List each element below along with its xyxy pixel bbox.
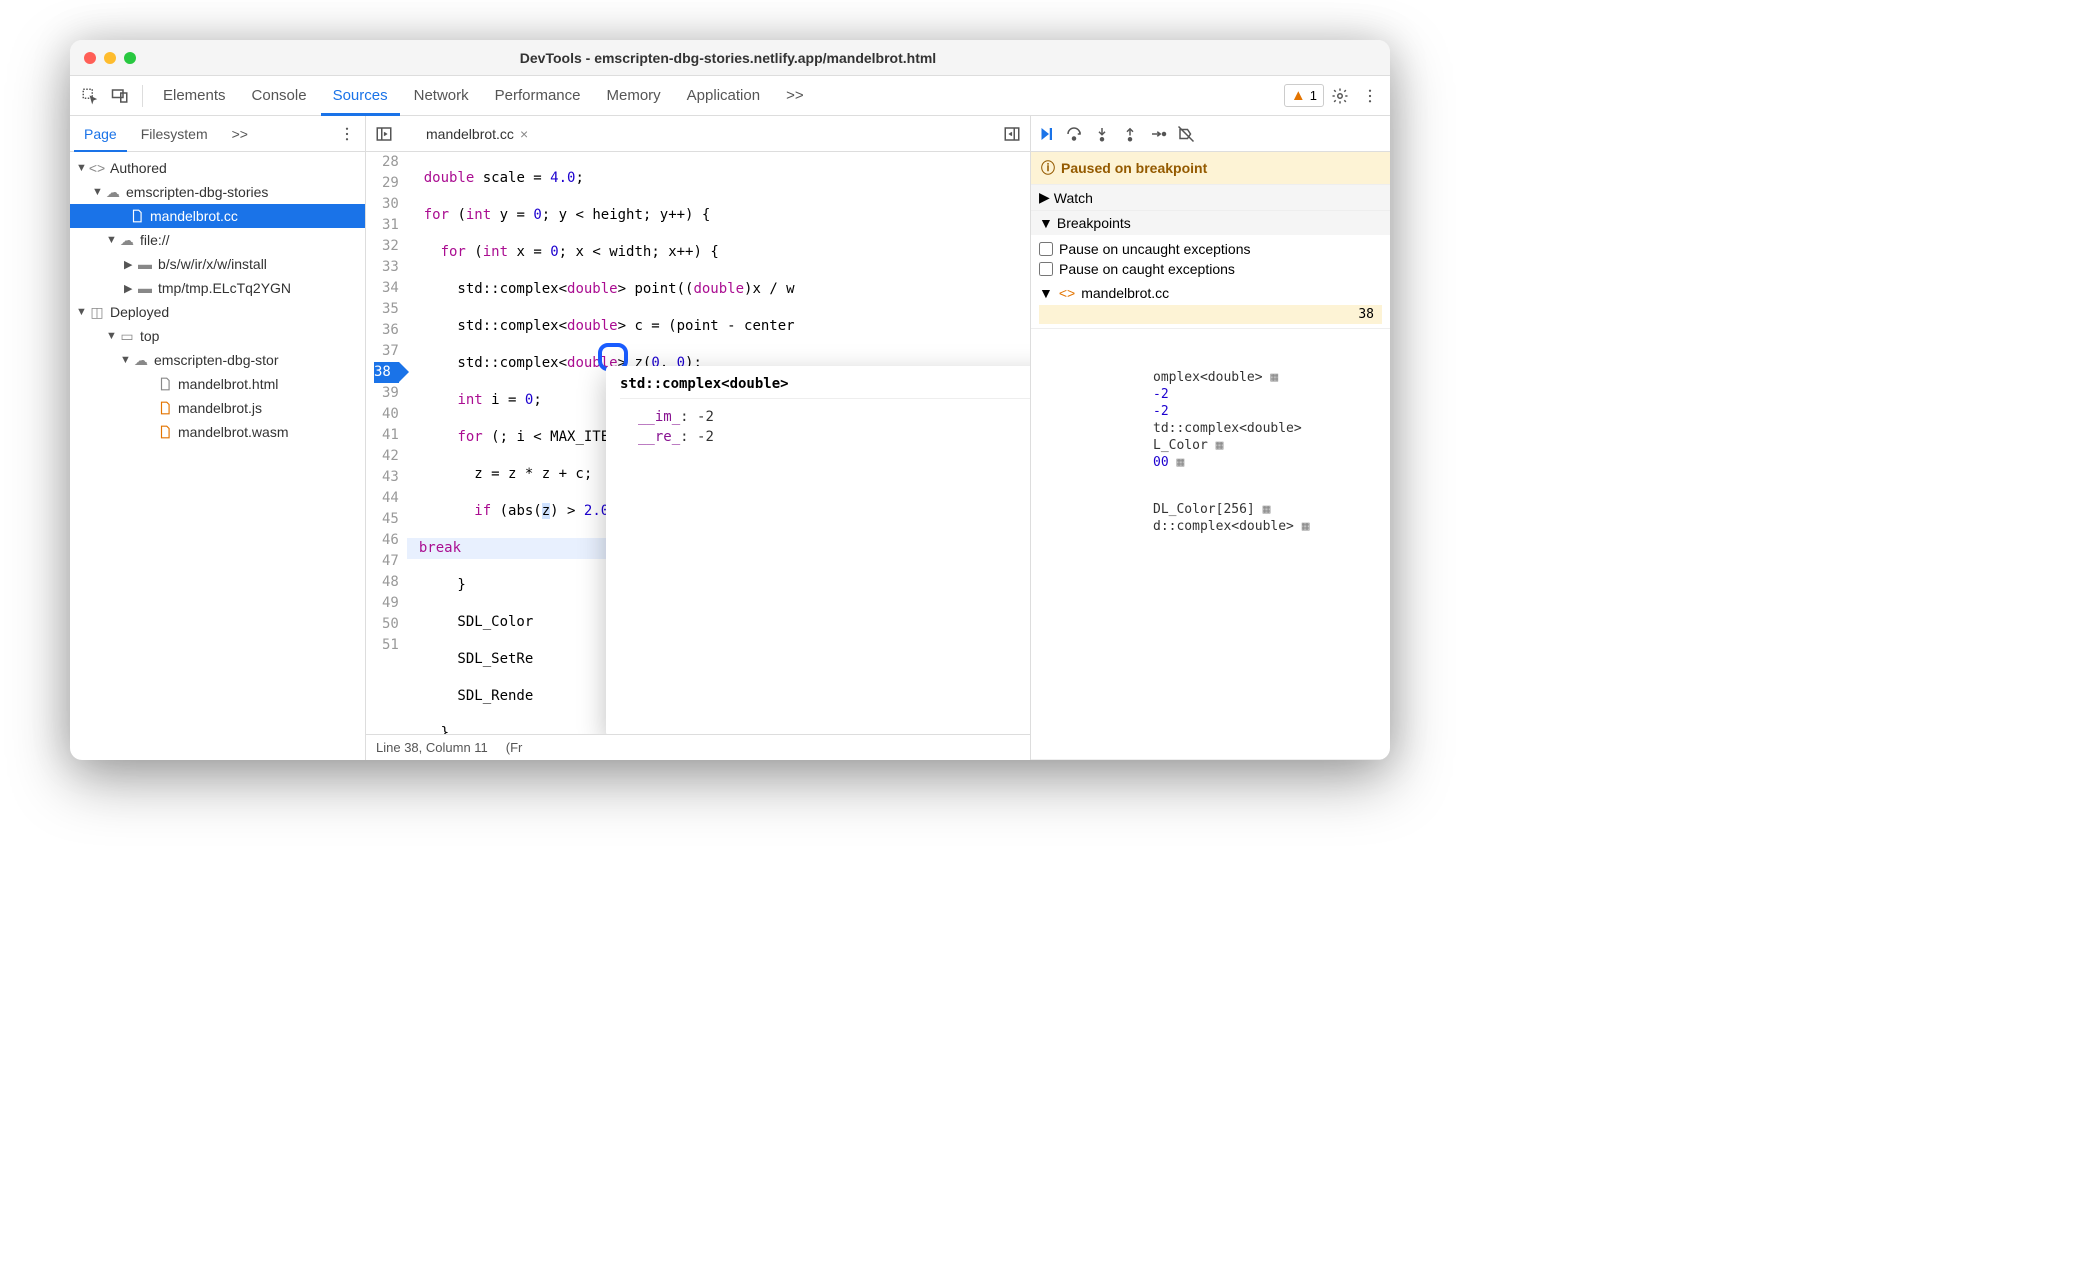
value-tooltip: std::complex<double> __im_: -2 __re_: -2 [606, 366, 1030, 734]
tree-folder-2[interactable]: ▶ ▬ tmp/tmp.ELcTq2YGN [70, 276, 365, 300]
minimize-window-button[interactable] [104, 52, 116, 64]
traffic-lights [84, 52, 136, 64]
editor-tabs: mandelbrot.cc × [366, 116, 1030, 152]
tooltip-title: std::complex<double> [620, 376, 1030, 399]
tree-file-js[interactable]: mandelbrot.js [70, 396, 365, 420]
scope-row: L_Color ▦ [1131, 437, 1382, 454]
editor-panel: mandelbrot.cc × 282930313233343536373839… [366, 116, 1030, 760]
more-icon[interactable] [1356, 82, 1384, 110]
status-extra: (Fr [506, 740, 523, 755]
scope-row: d::complex<double> ▦ [1131, 518, 1382, 535]
line-gutter[interactable]: 2829303132333435363738394041424344454647… [366, 152, 407, 734]
main-toolbar: Elements Console Sources Network Perform… [70, 76, 1390, 116]
scope-row: 00 ▦ [1131, 454, 1382, 471]
inspect-icon[interactable] [76, 82, 104, 110]
breakpoints-section[interactable]: ▼ Breakpoints Pause on uncaught exceptio… [1031, 211, 1390, 329]
tab-performance[interactable]: Performance [483, 76, 593, 116]
tree-authored[interactable]: ▼ <> Authored [70, 156, 365, 180]
deactivate-breakpoints-icon[interactable] [1177, 125, 1195, 143]
paused-banner: ⓘ Paused on breakpoint [1031, 152, 1390, 185]
tree-domain-authored[interactable]: ▼ ☁ emscripten-dbg-stories [70, 180, 365, 204]
device-toggle-icon[interactable] [106, 82, 134, 110]
tree-deployed[interactable]: ▼ ◫ Deployed [70, 300, 365, 324]
tree-folder-1[interactable]: ▶ ▬ b/s/w/ir/x/w/install [70, 252, 365, 276]
editor-tab-mandelbrot[interactable]: mandelbrot.cc × [418, 126, 536, 142]
main-body: Page Filesystem >> ▼ <> Authored ▼ ☁ ems… [70, 116, 1390, 760]
scope-section[interactable]: omplex<double> ▦ -2 -2 td::complex<doubl… [1031, 329, 1390, 760]
step-over-icon[interactable] [1065, 125, 1083, 143]
warning-count: 1 [1310, 88, 1317, 103]
close-window-button[interactable] [84, 52, 96, 64]
nav-tabs-overflow[interactable]: >> [222, 116, 258, 152]
zoom-window-button[interactable] [124, 52, 136, 64]
settings-icon[interactable] [1326, 82, 1354, 110]
watch-section[interactable]: ▶ Watch [1031, 185, 1390, 211]
window-title: DevTools - emscripten-dbg-stories.netlif… [136, 50, 1320, 66]
tab-console[interactable]: Console [240, 76, 319, 116]
resume-icon[interactable] [1037, 125, 1055, 143]
editor-more-icon[interactable] [998, 120, 1026, 148]
tab-memory[interactable]: Memory [595, 76, 673, 116]
tree-file-domain[interactable]: ▼ ☁ file:// [70, 228, 365, 252]
debugger-panel: ⓘ Paused on breakpoint ▶ Watch ▼ Breakpo… [1030, 116, 1390, 760]
nav-tab-filesystem[interactable]: Filesystem [131, 116, 218, 152]
navigator-panel: Page Filesystem >> ▼ <> Authored ▼ ☁ ems… [70, 116, 366, 760]
breakpoint-item[interactable]: ▼ <> mandelbrot.cc [1039, 283, 1382, 303]
step-out-icon[interactable] [1121, 125, 1139, 143]
navigator-tabs: Page Filesystem >> [70, 116, 365, 152]
devtools-window: DevTools - emscripten-dbg-stories.netlif… [70, 40, 1390, 760]
cursor-position: Line 38, Column 11 [376, 740, 488, 755]
debugger-toolbar [1031, 116, 1390, 152]
tooltip-row-im: __im_: -2 [620, 407, 1030, 427]
nav-more-icon[interactable] [333, 120, 361, 148]
warning-badge[interactable]: ▲ 1 [1284, 84, 1324, 107]
titlebar: DevTools - emscripten-dbg-stories.netlif… [70, 40, 1390, 76]
tree-domain-deployed[interactable]: ▼ ☁ emscripten-dbg-stor [70, 348, 365, 372]
tree-file-mandelbrot-cc[interactable]: mandelbrot.cc [70, 204, 365, 228]
tree-file-wasm[interactable]: mandelbrot.wasm [70, 420, 365, 444]
scope-row: omplex<double> ▦ [1131, 369, 1382, 386]
scope-row: DL_Color[256] ▦ [1131, 501, 1382, 518]
step-into-icon[interactable] [1093, 125, 1111, 143]
close-tab-icon[interactable]: × [520, 126, 528, 142]
nav-tab-page[interactable]: Page [74, 116, 127, 152]
pause-caught-checkbox[interactable]: Pause on caught exceptions [1039, 259, 1382, 279]
scope-row: -2 [1131, 386, 1382, 403]
navigator-toggle-icon[interactable] [370, 120, 398, 148]
code-editor[interactable]: 2829303132333435363738394041424344454647… [366, 152, 1030, 734]
breakpoint-line[interactable]: 38 [1039, 305, 1382, 324]
info-icon: ⓘ [1041, 158, 1055, 178]
scope-row: td::complex<double> [1131, 420, 1382, 437]
tree-file-html[interactable]: mandelbrot.html [70, 372, 365, 396]
warning-icon: ▲ [1291, 87, 1306, 104]
pause-uncaught-checkbox[interactable]: Pause on uncaught exceptions [1039, 239, 1382, 259]
tooltip-row-re: __re_: -2 [620, 427, 1030, 447]
step-icon[interactable] [1149, 125, 1167, 143]
tab-elements[interactable]: Elements [151, 76, 238, 116]
editor-statusbar: Line 38, Column 11 (Fr [366, 734, 1030, 760]
tab-sources[interactable]: Sources [321, 76, 400, 116]
file-tree[interactable]: ▼ <> Authored ▼ ☁ emscripten-dbg-stories… [70, 152, 365, 448]
tree-top[interactable]: ▼ ▭ top [70, 324, 365, 348]
tab-application[interactable]: Application [675, 76, 772, 116]
tab-network[interactable]: Network [402, 76, 481, 116]
tabs-overflow[interactable]: >> [774, 76, 816, 116]
scope-row: -2 [1131, 403, 1382, 420]
